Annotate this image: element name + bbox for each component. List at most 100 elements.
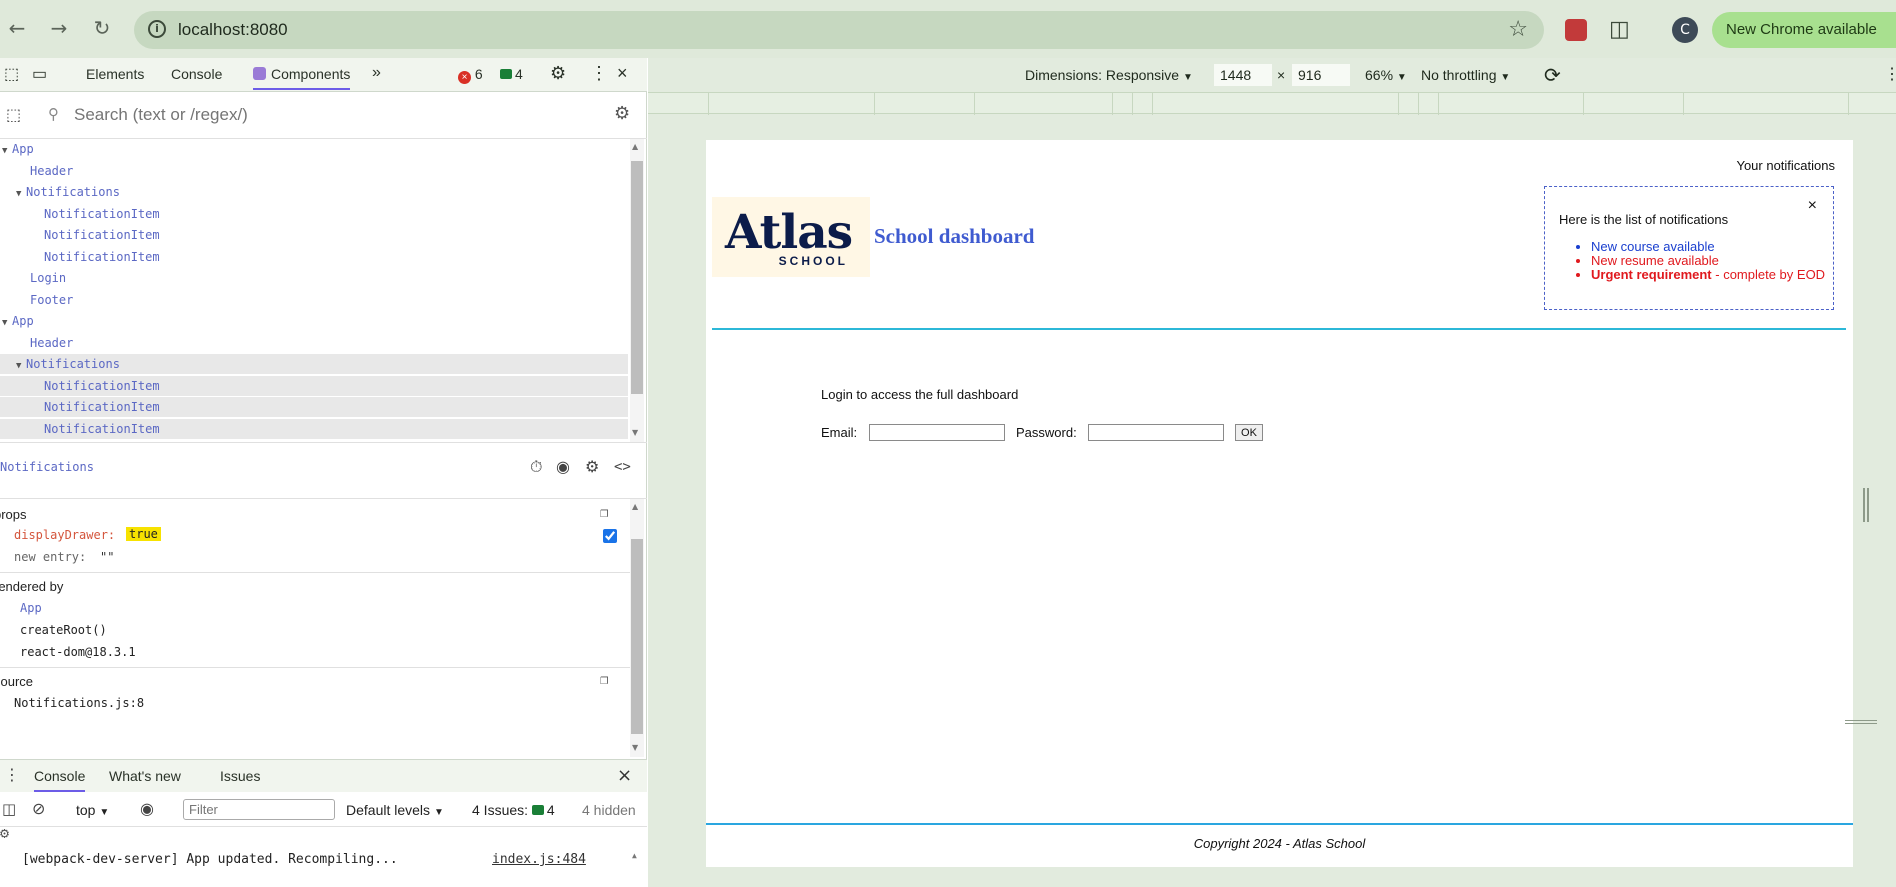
login-message: Login to access the full dashboard (821, 387, 1019, 402)
component-settings-icon[interactable]: ⚙ (614, 103, 630, 124)
tab-components[interactable]: Components (253, 66, 351, 90)
expand-triangle-icon[interactable]: ▼ (16, 356, 26, 376)
prop-value[interactable]: true (126, 527, 161, 541)
media-query-ruler[interactable] (648, 92, 1896, 115)
tree-row[interactable]: NotificationItem (0, 225, 628, 245)
more-options-icon[interactable]: ⋮ (590, 63, 608, 84)
throttling-select[interactable]: No throttling ▼ (1421, 67, 1510, 83)
prop-toggle-checkbox[interactable] (603, 529, 617, 543)
scroll-up-icon[interactable]: ▲ (632, 851, 637, 860)
device-height-input[interactable] (1292, 64, 1350, 86)
viewport-resize-handle[interactable] (1863, 488, 1869, 522)
back-icon[interactable]: ← (6, 17, 28, 39)
extensions-puzzle-icon[interactable]: ◫ (1609, 17, 1630, 42)
tree-scroll-thumb[interactable] (631, 161, 643, 394)
select-component-icon[interactable]: ⬚ (6, 105, 21, 124)
forward-icon[interactable]: → (48, 17, 70, 39)
logo-wordmark: Atlas (725, 205, 853, 260)
log-levels-select[interactable]: Default levels ▼ (346, 802, 444, 818)
device-width-input[interactable] (1214, 64, 1272, 86)
issues-counter[interactable]: 4 Issues: 4 (472, 802, 555, 818)
component-search-input[interactable] (74, 104, 574, 126)
tree-row[interactable]: ▼ App (0, 311, 628, 331)
close-devtools-icon[interactable]: × (617, 63, 628, 84)
bookmark-star-icon[interactable]: ☆ (1508, 17, 1528, 42)
notification-item-urgent-html[interactable]: Urgent requirement - complete by EOD (1591, 268, 1825, 282)
extension-icon[interactable] (1565, 19, 1587, 41)
expand-triangle-icon[interactable]: ▼ (16, 184, 26, 204)
tree-row[interactable]: ▼ Notifications (0, 182, 628, 202)
clear-console-icon[interactable]: ⊘ (32, 799, 45, 818)
tree-row-label: Header (30, 163, 74, 178)
ok-button[interactable]: OK (1235, 424, 1263, 441)
console-settings-icon[interactable]: ⚙ (0, 824, 9, 842)
new-chrome-available-button[interactable]: New Chrome available (1712, 12, 1896, 48)
reload-icon[interactable]: ↻ (91, 17, 113, 39)
tree-row[interactable]: NotificationItem (0, 247, 628, 267)
tab-elements[interactable]: Elements (86, 66, 144, 82)
password-field[interactable] (1088, 424, 1224, 441)
drawer-tab-console[interactable]: Console (34, 768, 86, 792)
settings-gear-icon[interactable]: ⚙ (550, 63, 566, 84)
scroll-up-icon[interactable]: ▲ (632, 502, 638, 511)
close-drawer-icon[interactable]: × (617, 765, 632, 786)
inspector-scrollbar[interactable]: ▲ ▼ (630, 499, 644, 757)
device-toggle-icon[interactable]: ▭ (32, 64, 47, 84)
message-badge[interactable]: 4 (500, 66, 523, 82)
email-field[interactable] (869, 424, 1005, 441)
context-select[interactable]: top ▼ (76, 802, 109, 818)
expand-triangle-icon[interactable]: ▼ (2, 313, 12, 333)
sidebar-toggle-icon[interactable]: ◫ (2, 800, 16, 818)
notifications-title[interactable]: Your notifications (1736, 158, 1835, 173)
tree-row[interactable]: Footer (0, 290, 628, 310)
tree-scrollbar[interactable]: ▲ ▼ (630, 139, 644, 442)
copy-source-icon[interactable]: ❐ (600, 672, 608, 688)
scroll-up-icon[interactable]: ▲ (632, 142, 638, 151)
close-icon[interactable]: × (1808, 197, 1817, 215)
tree-row[interactable]: ▼ Notifications (0, 354, 628, 374)
eye-icon[interactable]: ◉ (556, 457, 570, 476)
view-source-icon[interactable]: <> (614, 459, 631, 475)
tree-row[interactable]: NotificationItem (0, 375, 628, 396)
tree-row[interactable]: NotificationItem (0, 204, 628, 224)
drawer-tab-whats-new[interactable]: What's new (109, 768, 181, 784)
console-log-source-link[interactable]: index.js:484 (492, 852, 586, 867)
more-tabs-icon[interactable]: » (372, 64, 381, 82)
copy-props-icon[interactable]: ❐ (600, 505, 608, 521)
dimensions-select[interactable]: Dimensions: Responsive ▼ (1025, 67, 1193, 83)
tree-row[interactable]: Login (0, 268, 628, 288)
tree-row[interactable]: Header (0, 333, 628, 353)
inspect-element-icon[interactable]: ⬚ (4, 64, 19, 84)
tree-row[interactable]: Header (0, 161, 628, 181)
url-text[interactable]: localhost:8080 (178, 20, 288, 40)
site-info-icon[interactable]: i (148, 20, 166, 38)
ruler-tick (1848, 93, 1849, 115)
rotate-icon[interactable]: ⟳ (1544, 63, 1561, 88)
drawer-tab-issues[interactable]: Issues (220, 768, 260, 784)
scroll-down-icon[interactable]: ▼ (632, 428, 638, 437)
rendered-by-app[interactable]: App (20, 601, 42, 615)
inspector-scroll-thumb[interactable] (631, 539, 643, 734)
source-file[interactable]: Notifications.js:8 (14, 696, 144, 710)
scroll-down-icon[interactable]: ▼ (632, 743, 638, 752)
bottom-resize-handle[interactable] (1845, 720, 1877, 724)
zoom-select[interactable]: 66% ▼ (1365, 67, 1407, 83)
stopwatch-icon[interactable]: ⏱ (530, 457, 542, 477)
expand-triangle-icon[interactable]: ▼ (2, 141, 12, 161)
error-badge[interactable]: × 6 (458, 66, 483, 84)
tree-row-label: NotificationItem (44, 421, 160, 436)
address-bar[interactable]: i localhost:8080 ☆ (134, 11, 1544, 49)
console-filter-input[interactable] (183, 799, 335, 820)
notification-item-default[interactable]: New course available (1591, 240, 1825, 254)
drawer-menu-icon[interactable]: ⋮ (4, 765, 20, 784)
tree-row[interactable]: NotificationItem (0, 397, 628, 417)
tree-row[interactable]: ▼ App (0, 139, 628, 159)
device-more-options-icon[interactable]: ⋮ (1884, 64, 1896, 84)
notification-item-urgent[interactable]: New resume available (1591, 254, 1825, 268)
profile-avatar[interactable]: C (1672, 17, 1698, 43)
live-expression-eye-icon[interactable]: ◉ (140, 799, 154, 818)
bug-icon[interactable]: ⚙ (585, 457, 599, 476)
tree-row[interactable]: NotificationItem (0, 418, 628, 439)
new-entry-value[interactable]: "" (100, 550, 114, 564)
tab-console[interactable]: Console (171, 66, 222, 82)
